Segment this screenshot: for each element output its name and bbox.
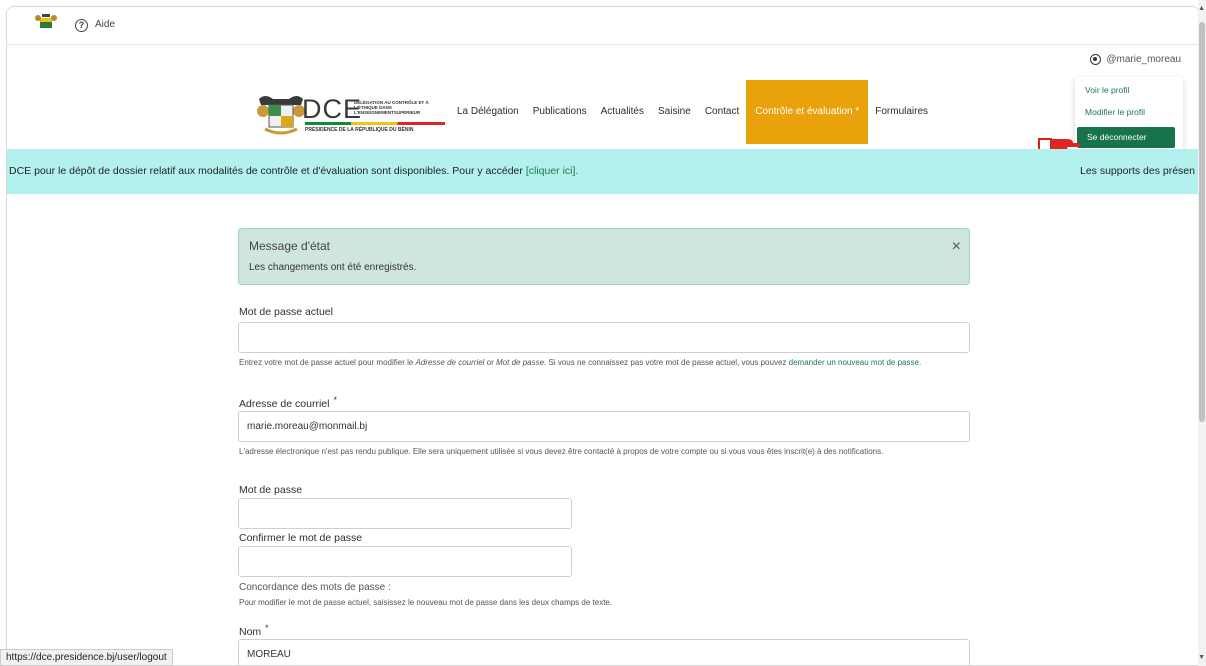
status-text: Les changements ont été enregistrés. [249,262,417,273]
email-label-text: Adresse de courriel [239,398,330,410]
nav-item-saisine[interactable]: Saisine [651,80,698,144]
ticker-message: DCE pour le dépôt de dossier relatif aux… [9,165,526,177]
request-new-password-link[interactable]: demander un nouveau mot de passe [789,358,919,367]
status-bar-url: https://dce.presidence.bj/user/logout [0,649,173,666]
confirm-password-label: Confirmer le mot de passe [239,532,363,544]
nom-label: Nom * [239,623,269,638]
scroll-up-icon[interactable]: ▲ [1198,5,1205,12]
password-match-label: Concordance des mots de passe : [239,582,391,593]
nav-item-contact[interactable]: Contact [698,80,746,144]
current-password-label: Mot de passe actuel [239,306,333,318]
required-marker: * [265,623,269,633]
email-help: L'adresse électronique n'est pas rendu p… [239,447,884,456]
close-icon[interactable]: × [952,239,961,255]
brand-name: DCE [302,94,363,124]
help-text-or: or [484,358,497,367]
menu-item-edit-profile[interactable]: Modifier le profil [1085,107,1145,117]
flag-stripe [305,122,445,125]
help-text: Entrez votre mot de passe actuel pour mo… [239,358,416,367]
nom-field[interactable] [238,639,970,665]
logout-button[interactable]: Se déconnecter [1077,127,1175,148]
help-link[interactable]: Aide [95,19,115,30]
user-menu-toggle[interactable]: @marie_moreau [1090,54,1181,65]
site-emblem[interactable] [255,93,307,137]
brand-presidency: PRÉSIDENCE DE LA RÉPUBLIQUE DU BÉNIN [305,127,414,133]
password-label: Mot de passe [239,484,303,496]
status-message: Message d'état Les changements ont été e… [238,228,970,285]
help-icon[interactable]: ? [75,19,88,32]
nom-label-text: Nom [239,626,262,638]
user-icon [1090,54,1102,65]
nav-item-delegation[interactable]: La Délégation [450,80,526,144]
user-dropdown-menu: Voir le profil Modifier le profil Se déc… [1075,77,1183,153]
nav-item-actualites[interactable]: Actualités [594,80,651,144]
username: @marie_moreau [1106,54,1181,65]
current-password-input[interactable] [238,322,970,353]
help-em-password: Mot de passe [496,358,545,367]
brand[interactable]: DCE DÉLÉGATION AU CONTRÔLE ET À L'ÉTHIQU… [302,94,445,133]
brand-subtitle: DÉLÉGATION AU CONTRÔLE ET À L'ÉTHIQUE DA… [354,100,429,115]
vertical-scrollbar[interactable]: ▲ ▼ [1198,0,1206,666]
ticker-link[interactable]: [cliquer ici]. [526,165,579,177]
email-field[interactable] [238,411,970,442]
announcement-ticker: DCE pour le dépôt de dossier relatif aux… [7,149,1199,194]
benin-coat-of-arms-icon [257,96,305,135]
scroll-down-icon[interactable]: ▼ [1198,654,1205,661]
browser-window: ? Aide @marie_moreau DCE DÉLÉGATION AU C… [6,6,1200,666]
main-nav: La Délégation Publications Actualités Sa… [450,80,935,144]
password-help: Pour modifier le mot de passe actuel, sa… [239,598,613,607]
nav-item-formulaires[interactable]: Formulaires [868,80,935,144]
top-bar: ? Aide [7,7,1199,45]
help-em-email: Adresse de courriel [415,358,485,367]
scrollbar-thumb[interactable] [1199,22,1205,422]
help-text-post: . Si vous ne connaissez pas votre mot de… [544,358,789,367]
nav-item-publications[interactable]: Publications [526,80,594,144]
email-label: Adresse de courriel * [239,395,337,410]
required-marker: * [333,395,337,405]
status-title: Message d'état [249,239,331,253]
confirm-password-field[interactable] [238,546,572,577]
ticker-text: DCE pour le dépôt de dossier relatif aux… [9,165,578,177]
current-password-help: Entrez votre mot de passe actuel pour mo… [239,356,979,369]
menu-item-view-profile[interactable]: Voir le profil [1085,85,1129,95]
ticker-text-2: Les supports des présen [1080,165,1195,177]
nav-item-controle-evaluation[interactable]: Contrôle et évaluation * [746,80,869,144]
help-text-end: . [918,358,922,367]
benin-emblem-icon[interactable] [35,13,57,31]
password-field[interactable] [238,498,572,529]
